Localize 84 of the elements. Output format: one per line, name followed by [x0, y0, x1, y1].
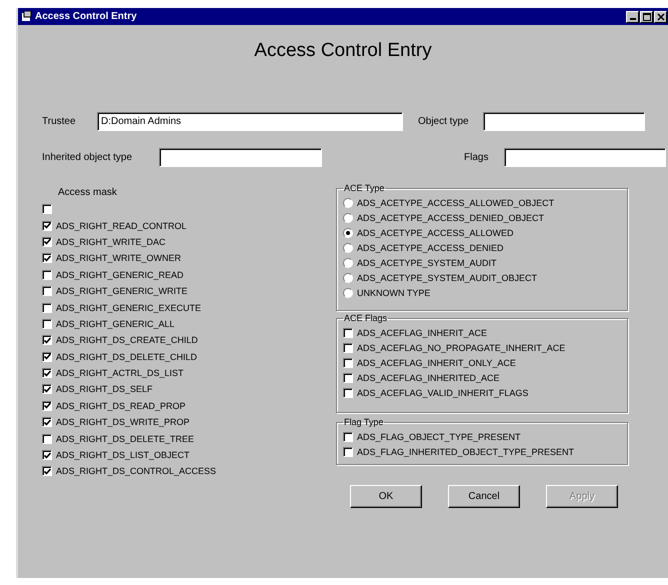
checkbox[interactable]	[343, 372, 353, 382]
radio-label: ADS_ACETYPE_ACCESS_DENIED	[357, 242, 504, 252]
checkbox-label: ADS_ACEFLAG_INHERITED_ACE	[357, 372, 500, 382]
checkbox-label: ADS_RIGHT_DS_DELETE_CHILD	[56, 352, 198, 362]
maximize-button[interactable]	[640, 10, 653, 22]
radio-label: ADS_ACETYPE_SYSTEM_AUDIT	[357, 258, 497, 268]
checkbox-label: ADS_RIGHT_GENERIC_EXECUTE	[56, 302, 202, 313]
checkbox[interactable]	[42, 270, 52, 280]
dialog-button[interactable]: Cancel	[448, 485, 520, 508]
checkbox[interactable]	[343, 388, 353, 398]
checkbox-label: ADS_RIGHT_GENERIC_READ	[56, 270, 184, 280]
checkbox-label: ADS_ACEFLAG_VALID_INHERIT_FLAGS	[357, 388, 528, 398]
radio-button[interactable]	[343, 258, 353, 268]
dialog-button[interactable]: OK	[350, 485, 422, 508]
checkbox[interactable]	[42, 220, 52, 231]
checkbox[interactable]	[42, 335, 52, 346]
radio-label: ADS_ACETYPE_ACCESS_DENIED_OBJECT	[357, 212, 544, 222]
checkbox[interactable]	[42, 236, 52, 247]
checkbox-label: ADS_RIGHT_DS_WRITE_PROP	[56, 417, 190, 428]
field-label: Flags	[464, 152, 490, 162]
checkbox[interactable]	[343, 446, 353, 456]
checkbox[interactable]	[42, 302, 52, 313]
checkbox-label: ADS_RIGHT_GENERIC_ALL	[56, 318, 175, 329]
checkbox[interactable]	[42, 286, 52, 296]
checkbox-label: ADS_RIGHT_DS_READ_PROP	[56, 400, 186, 411]
checkbox-label: ADS_ACEFLAG_NO_PROPAGATE_INHERIT_ACE	[357, 342, 566, 352]
group-label: ACE Flags	[343, 313, 388, 323]
checkbox[interactable]	[42, 204, 52, 214]
checkbox[interactable]	[42, 352, 52, 362]
object-type-field[interactable]	[483, 112, 645, 130]
checkbox-label: ADS_RIGHT_GENERIC_WRITE	[56, 286, 188, 296]
radio-button[interactable]	[343, 198, 353, 208]
checkbox-label: ADS_ACEFLAG_INHERIT_ONLY_ACE	[357, 358, 516, 368]
checkbox-label: ADS_RIGHT_WRITE_DAC	[56, 236, 166, 247]
radio-button[interactable]	[343, 272, 353, 282]
minimize-icon	[630, 18, 636, 20]
group-label: ACE Type	[343, 183, 386, 193]
checkbox-label: ADS_FLAG_OBJECT_TYPE_PRESENT	[357, 432, 521, 442]
checkbox-label: ADS_RIGHT_DS_DELETE_TREE	[56, 434, 194, 444]
maximize-icon	[642, 12, 650, 20]
checkbox-label: ADS_RIGHT_DS_LIST_OBJECT	[56, 450, 190, 460]
checkbox-label: ADS_RIGHT_DS_CONTROL_ACCESS	[56, 466, 216, 476]
checkbox[interactable]	[42, 434, 52, 444]
checkbox[interactable]	[343, 328, 353, 338]
checkbox-label: ADS_RIGHT_READ_CONTROL	[56, 220, 187, 231]
checkbox-label: ADS_RIGHT_WRITE_OWNER	[56, 253, 182, 264]
checkbox[interactable]	[42, 384, 52, 394]
checkbox[interactable]	[42, 318, 52, 329]
window-title: Access Control Entry	[35, 11, 138, 22]
radio-label: ADS_ACETYPE_ACCESS_ALLOWED_OBJECT	[357, 198, 554, 208]
radio-button[interactable]	[343, 212, 353, 222]
checkbox[interactable]	[343, 342, 353, 352]
checkbox-label: ADS_RIGHT_DS_CREATE_CHILD	[56, 335, 198, 346]
dialog-heading: Access Control Entry	[253, 39, 433, 63]
field-label: Object type	[418, 116, 470, 126]
window-icon	[21, 11, 32, 22]
radio-label: UNKNOWN TYPE	[357, 288, 430, 298]
radio-button[interactable]	[343, 228, 353, 238]
inherited-object-type-field[interactable]	[159, 148, 322, 166]
checkbox[interactable]	[343, 358, 353, 368]
checkbox[interactable]	[42, 253, 52, 264]
close-icon	[656, 12, 664, 20]
checkbox-label: ADS_FLAG_INHERITED_OBJECT_TYPE_PRESENT	[357, 446, 574, 456]
close-button[interactable]	[654, 10, 667, 22]
checkbox-label: ADS_RIGHT_DS_SELF	[56, 384, 153, 394]
section-label: Access mask	[58, 187, 118, 200]
checkbox-label: ADS_ACEFLAG_INHERIT_ACE	[357, 328, 488, 338]
radio-button[interactable]	[343, 242, 353, 252]
radio-button[interactable]	[343, 288, 353, 298]
radio-label: ADS_ACETYPE_SYSTEM_AUDIT_OBJECT	[357, 272, 538, 282]
minimize-button[interactable]	[626, 10, 639, 22]
checkbox[interactable]	[42, 466, 52, 476]
checkbox[interactable]	[42, 368, 52, 378]
trustee-field[interactable]: D:Domain Admins	[97, 112, 403, 130]
field-label: Trustee	[42, 116, 77, 126]
checkbox-label: ADS_RIGHT_ACTRL_DS_LIST	[56, 368, 184, 378]
checkbox[interactable]	[343, 432, 353, 442]
radio-label: ADS_ACETYPE_ACCESS_ALLOWED	[357, 228, 514, 238]
checkbox[interactable]	[42, 417, 52, 428]
flags-field[interactable]	[504, 148, 666, 166]
field-label: Inherited object type	[42, 152, 134, 162]
checkbox[interactable]	[42, 400, 52, 411]
checkbox[interactable]	[42, 450, 52, 460]
group-label: Flag Type	[343, 417, 384, 427]
